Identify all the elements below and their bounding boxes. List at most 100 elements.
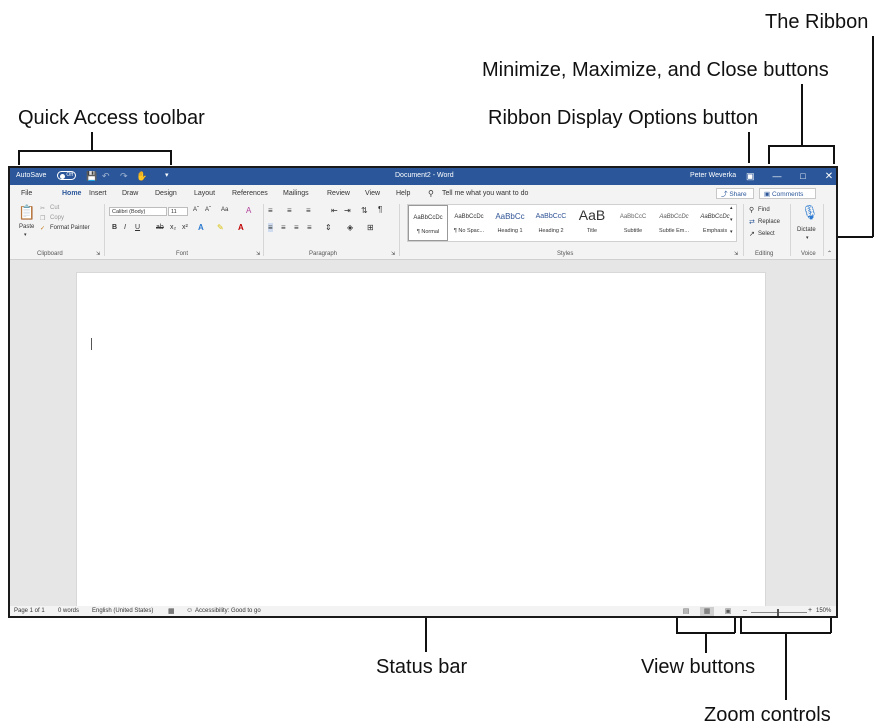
proofing-icon[interactable]: ▦ [168,607,175,615]
save-icon[interactable]: 💾 [86,171,97,181]
change-case-button[interactable]: Aa [221,207,228,213]
ribbon-display-options-icon[interactable]: ▣ [746,171,755,181]
language[interactable]: English (United States) [92,608,153,614]
document-area[interactable] [10,260,836,612]
paste-label[interactable]: Paste [19,224,34,230]
tab-mailings[interactable]: Mailings [283,190,309,197]
leader-window-buttons [833,145,835,164]
text-effects-icon[interactable]: A [198,223,204,232]
justify-icon[interactable]: ≡ [307,223,312,232]
font-color-icon[interactable]: A [238,223,244,232]
print-layout-icon[interactable]: ▦ [700,607,714,616]
show-formatting-icon[interactable]: ¶ [378,205,382,214]
zoom-in-icon[interactable]: + [808,607,812,614]
clipboard-launcher-icon[interactable]: ⇲ [96,251,100,257]
user-name[interactable]: Peter Weverka [690,172,736,179]
zoom-level[interactable]: 150% [816,608,831,614]
styles-launcher-icon[interactable]: ⇲ [734,251,738,257]
comments-button[interactable]: ▣ Comments [759,188,816,199]
paragraph-launcher-icon[interactable]: ⇲ [391,251,395,257]
style-no-spacing[interactable]: AaBbCcDc ¶ No Spac... [449,205,489,241]
tab-design[interactable]: Design [155,190,177,197]
zoom-slider[interactable] [751,612,807,613]
tab-help[interactable]: Help [396,190,410,197]
bullets-icon[interactable]: ≡ [268,206,273,215]
accessibility-status[interactable]: Accessibility: Good to go [195,608,261,614]
tab-review[interactable]: Review [327,190,350,197]
find-button[interactable]: Find [758,207,770,213]
leader-ribbon-display [748,132,750,163]
style-heading-2[interactable]: AaBbCcC Heading 2 [531,205,571,241]
touch-mode-icon[interactable]: ✋ [136,171,147,181]
minimize-button[interactable]: — [764,168,790,185]
multilevel-list-icon[interactable]: ≡ [306,206,311,215]
styles-scroll-up-icon[interactable]: ▴ [730,205,733,211]
style-preview: AaBbCc [495,212,525,221]
styles-scroll-down-icon[interactable]: ▾ [730,217,733,223]
collapse-ribbon-icon[interactable]: ⌃ [827,250,832,257]
style-heading-1[interactable]: AaBbCc Heading 1 [490,205,530,241]
autosave-toggle[interactable]: Off [57,171,76,180]
line-spacing-icon[interactable]: ⇕ [325,223,332,232]
dictate-button[interactable]: Dictate [797,227,816,233]
style-title[interactable]: AaB Title [572,205,612,241]
clear-formatting-icon[interactable]: A [246,206,251,215]
customize-qat-icon[interactable]: ▾ [165,171,169,181]
align-center-icon[interactable]: ≡ [281,223,286,232]
document-page[interactable] [76,272,766,612]
zoom-slider-thumb[interactable] [777,609,779,616]
read-mode-icon[interactable]: ▤ [679,607,693,616]
tab-layout[interactable]: Layout [194,190,215,197]
zoom-out-icon[interactable]: – [743,607,747,614]
style-subtitle[interactable]: AaBbCcC Subtitle [613,205,653,241]
tab-insert[interactable]: Insert [89,190,107,197]
sort-icon[interactable]: ⇅ [361,206,368,215]
word-count[interactable]: 0 words [58,608,79,614]
style-subtle-emphasis[interactable]: AaBbCcDc Subtle Em... [654,205,694,241]
paste-dropdown-icon[interactable]: ▾ [24,232,27,238]
decrease-indent-icon[interactable]: ⇤ [331,206,338,215]
style-emphasis[interactable]: AaBbCcDc Emphasis [695,205,735,241]
redo-icon[interactable]: ↷ [120,171,128,181]
dictate-dropdown-icon[interactable]: ▾ [806,235,809,241]
page-count[interactable]: Page 1 of 1 [14,608,45,614]
borders-icon[interactable]: ⊞ [367,223,374,232]
font-launcher-icon[interactable]: ⇲ [256,251,260,257]
strikethrough-button[interactable]: ab [156,224,164,231]
subscript-button[interactable]: x₂ [170,224,176,231]
highlight-icon[interactable]: ✎ [217,223,224,232]
underline-button[interactable]: U [135,224,140,231]
shading-icon[interactable]: ◈ [347,223,353,232]
numbering-icon[interactable]: ≡ [287,206,292,215]
shrink-font-icon[interactable]: Aˇ [205,207,211,213]
tab-draw[interactable]: Draw [122,190,138,197]
style-name: Subtitle [623,228,643,234]
align-right-icon[interactable]: ≡ [294,223,299,232]
copy-button[interactable]: Copy [50,215,64,221]
italic-button[interactable]: I [124,224,126,231]
tell-me-box[interactable]: Tell me what you want to do [442,190,528,197]
format-painter-button[interactable]: Format Painter [50,225,90,231]
undo-icon[interactable]: ↶ [102,171,110,181]
font-name-select[interactable]: Calibri (Body) [109,207,167,216]
tab-home[interactable]: Home [62,190,81,197]
align-left-icon[interactable]: ≡ [268,223,273,232]
web-layout-icon[interactable]: ▣ [721,607,735,616]
tab-file[interactable]: File [21,190,32,197]
styles-more-icon[interactable]: ▾ [730,229,733,235]
share-button[interactable]: ⤴ Share [716,188,754,199]
close-button[interactable]: ✕ [816,168,836,185]
cut-button[interactable]: Cut [50,205,59,211]
font-size-select[interactable]: 11 [168,207,188,216]
maximize-button[interactable]: □ [790,168,816,185]
tab-references[interactable]: References [232,190,268,197]
select-button[interactable]: Select [758,231,775,237]
superscript-button[interactable]: x² [182,224,188,231]
bold-button[interactable]: B [112,224,117,231]
replace-button[interactable]: Replace [758,219,780,225]
increase-indent-icon[interactable]: ⇥ [344,206,351,215]
grow-font-icon[interactable]: Aˆ [193,207,199,213]
style-normal[interactable]: AaBbCcDc ¶ Normal [408,205,448,241]
tab-view[interactable]: View [365,190,380,197]
paste-icon[interactable]: 📋 [18,204,35,221]
